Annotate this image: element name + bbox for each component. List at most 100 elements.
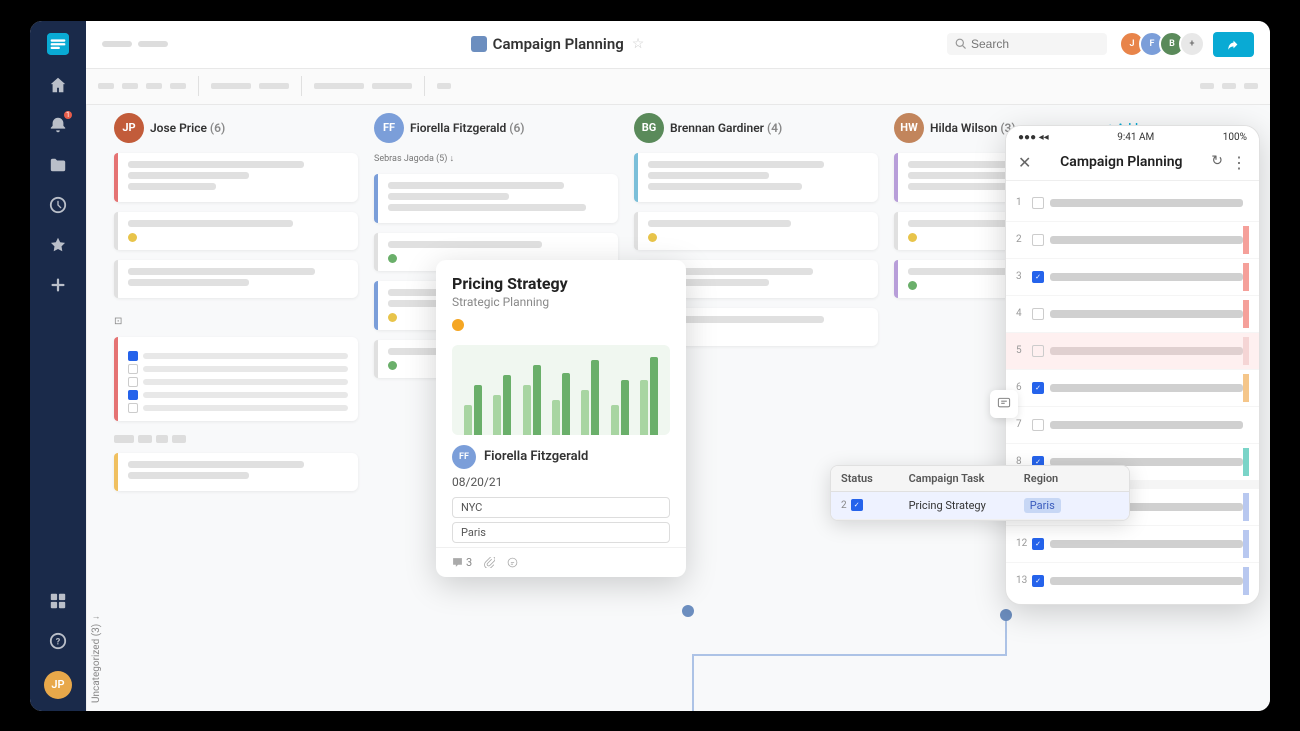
folder-icon[interactable] (40, 147, 76, 183)
column-header-fiorella: FF Fiorella Fitzgerald (6) (374, 113, 618, 143)
chart-bar (552, 400, 560, 435)
phone-row-2: 2 (1006, 222, 1259, 259)
table-overlay: Status Campaign Task Region 2 Pricing St… (830, 465, 1130, 521)
search-input[interactable] (971, 37, 1091, 51)
toolbar-btn-2[interactable] (122, 83, 138, 89)
card-jose-3[interactable] (114, 260, 358, 298)
toolbar-btn-9[interactable] (437, 83, 451, 89)
home-icon[interactable] (40, 67, 76, 103)
chart-bar (503, 375, 511, 435)
phone-row-1: 1 (1006, 185, 1259, 222)
phone-more-icon[interactable]: ⋮ (1231, 153, 1247, 172)
popup-tag-paris: Paris (452, 522, 670, 543)
share-button[interactable] (1213, 32, 1254, 57)
phone-row-5: 5 (1006, 333, 1259, 370)
toolbar-btn-3[interactable] (146, 83, 162, 89)
pricing-strategy-popup: Pricing Strategy Strategic Planning (436, 260, 686, 577)
toolbar-btn-8[interactable] (372, 83, 412, 89)
phone-close-icon[interactable]: ✕ (1018, 153, 1031, 172)
toolbar-btn-1[interactable] (98, 83, 114, 89)
user-avatar[interactable]: JP (44, 671, 72, 699)
toolbar-btn-5[interactable] (211, 83, 251, 89)
chart-bar (474, 385, 482, 435)
phone-checkbox-1[interactable] (1032, 197, 1044, 209)
phone-content: 1 2 3 (1006, 181, 1259, 599)
chart-bar-group-7 (640, 357, 658, 435)
toolbar-btn-6[interactable] (259, 83, 289, 89)
bell-icon[interactable]: 1 (40, 107, 76, 143)
table-col-region: Region (1014, 466, 1129, 491)
toolbar-btn-end-2[interactable] (1222, 83, 1236, 89)
toolbar-btn-end-3[interactable] (1244, 83, 1258, 89)
phone-checkbox-13[interactable] (1032, 575, 1044, 587)
uncategorized-swimlane-label: Uncategorized (3) ↓ (86, 105, 106, 711)
phone-checkbox-12[interactable] (1032, 538, 1044, 550)
plus-icon[interactable] (40, 267, 76, 303)
phone-row-13: 13 (1006, 563, 1259, 599)
phone-checkbox-5[interactable] (1032, 345, 1044, 357)
phone-panel-icon[interactable] (990, 390, 1018, 418)
sidebar: 1 ? JP (30, 21, 86, 711)
chart-bar (464, 405, 472, 435)
popup-attachment-icon (484, 557, 495, 568)
phone-checkbox-4[interactable] (1032, 308, 1044, 320)
phone-row-7: 7 (1006, 407, 1259, 444)
toolbar-divider-2 (301, 76, 302, 96)
card-jose-5[interactable] (114, 453, 358, 491)
card-jose-1[interactable] (114, 153, 358, 202)
card-jose-2[interactable] (114, 212, 358, 250)
card-brennan-1[interactable] (634, 153, 878, 202)
chart-bar-group-6 (611, 380, 629, 435)
help-icon[interactable]: ? (40, 623, 76, 659)
hilda-avatar: HW (894, 113, 924, 143)
phone-checkbox-2[interactable] (1032, 234, 1044, 246)
star-icon[interactable] (40, 227, 76, 263)
popup-tag-nyc: NYC (452, 497, 670, 518)
phone-signal: ●●● ◂◂ (1018, 132, 1049, 143)
table-cell-task: Pricing Strategy (899, 493, 1014, 518)
phone-checkbox-6[interactable] (1032, 382, 1044, 394)
comment-icon (452, 557, 463, 568)
column-header-jose: JP Jose Price (6) (114, 113, 358, 143)
table-cell-region: Paris (1014, 492, 1129, 519)
chart-bar (611, 405, 619, 435)
check-filled (128, 351, 138, 361)
chart-bar (523, 385, 531, 435)
phone-header: ✕ Campaign Planning ↻ ⋮ (1006, 149, 1259, 181)
phone-refresh-icon[interactable]: ↻ (1211, 153, 1223, 172)
toolbar-btn-4[interactable] (170, 83, 186, 89)
table-cell-row-num: 2 (831, 493, 899, 517)
smartsheet-logo (47, 33, 69, 55)
card-brennan-2[interactable] (634, 212, 878, 250)
board-area: Uncategorized (3) ↓ JP Jose Price (6) (86, 105, 1270, 711)
popup-user-name: Fiorella Fitzgerald (484, 449, 588, 464)
popup-header: Pricing Strategy Strategic Planning (436, 260, 686, 345)
popup-message-icon (507, 557, 518, 568)
phone-checkbox-7[interactable] (1032, 419, 1044, 431)
chart-bar-group-3 (523, 365, 541, 435)
phone-checkbox-3[interactable] (1032, 271, 1044, 283)
favorite-icon[interactable]: ☆ (632, 36, 645, 52)
card-fiorella-1[interactable] (374, 174, 618, 223)
notification-badge: 1 (64, 111, 72, 119)
chart-bar (562, 373, 570, 435)
chart-bar (493, 395, 501, 435)
popup-chart (452, 345, 670, 435)
connection-dot-left (682, 605, 694, 617)
jose-name: Jose Price (6) (150, 121, 225, 135)
toolbar-btn-end-1[interactable] (1200, 83, 1214, 89)
toolbar-divider-3 (424, 76, 425, 96)
card-jose-4[interactable] (114, 337, 358, 421)
toolbar-btn-7[interactable] (314, 83, 364, 89)
chart-bar (533, 365, 541, 435)
popup-status-dot (452, 319, 464, 331)
phone-row-4: 4 (1006, 296, 1259, 333)
mobile-phone-overlay: ●●● ◂◂ 9:41 AM 100% ✕ Campaign Planning … (1005, 125, 1260, 605)
fiorella-name: Fiorella Fitzgerald (6) (410, 121, 525, 135)
popup-date: 08/20/21 (436, 473, 686, 497)
grid-icon[interactable] (40, 583, 76, 619)
table-checkbox[interactable] (851, 499, 863, 511)
hilda-name: Hilda Wilson (3) (930, 121, 1016, 135)
chart-bar (640, 380, 648, 435)
clock-icon[interactable] (40, 187, 76, 223)
